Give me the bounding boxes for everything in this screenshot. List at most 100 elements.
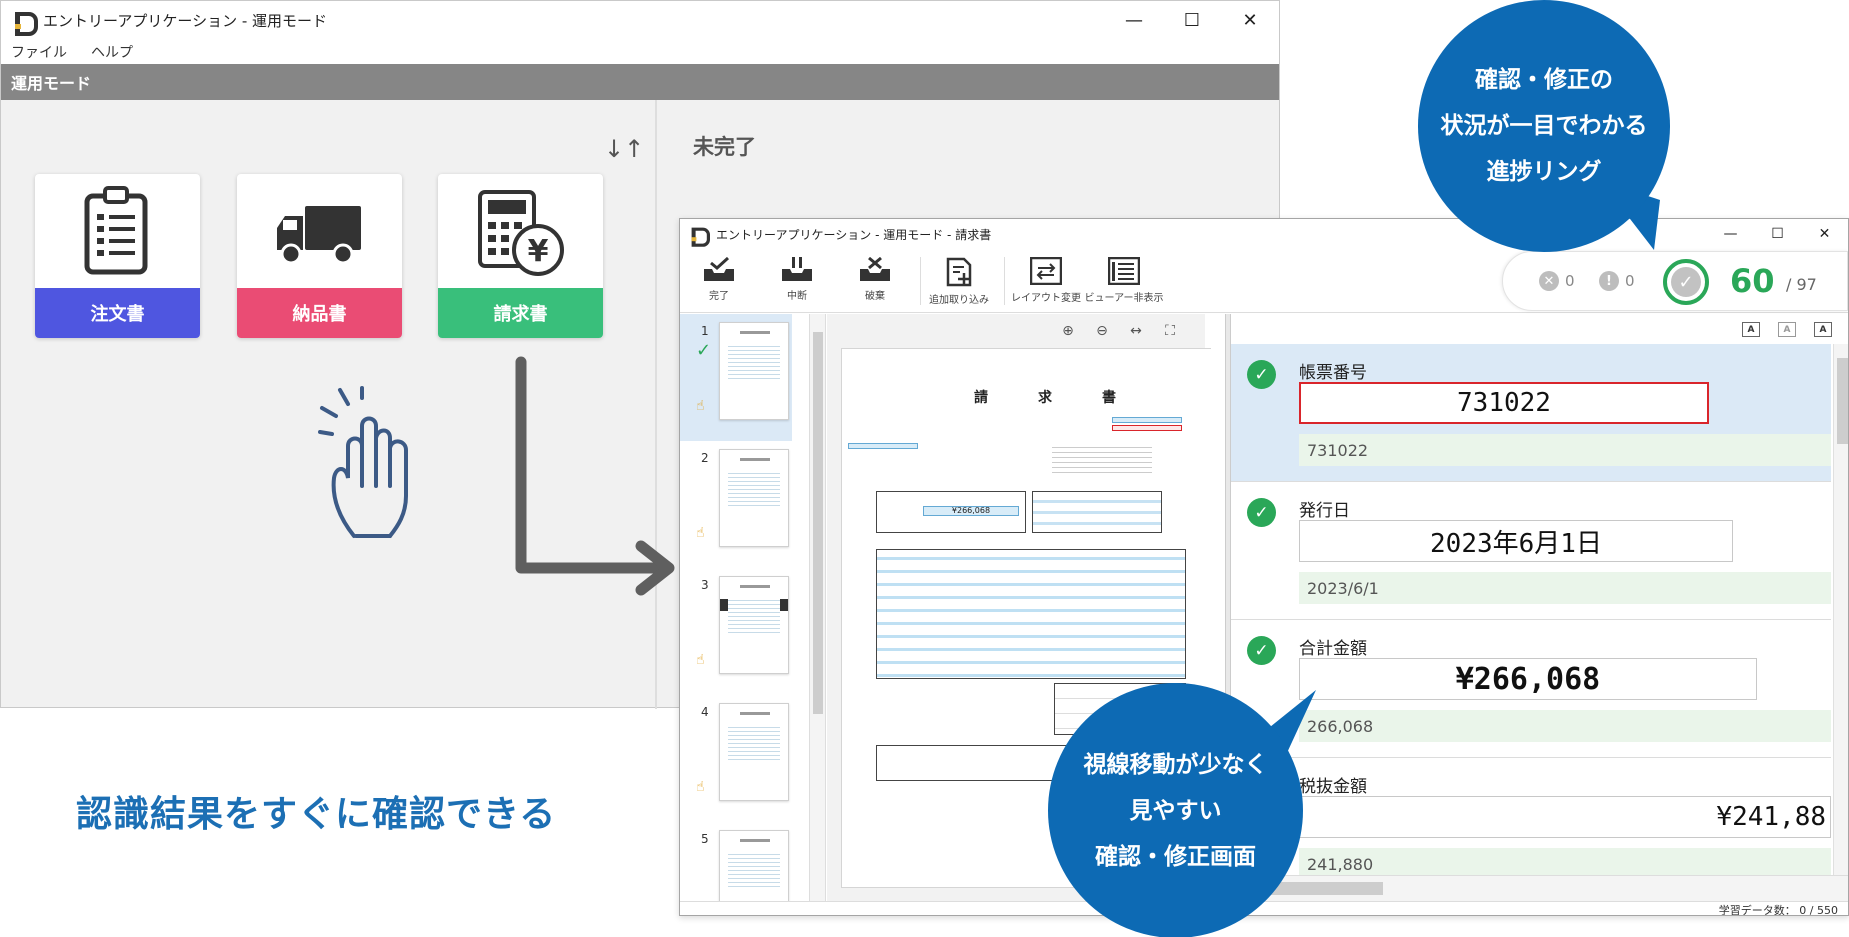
- error-icon: ✕: [1539, 271, 1559, 291]
- minimize-button[interactable]: —: [1707, 219, 1754, 249]
- callout-line: 進捗リング: [1486, 159, 1602, 185]
- checkmark-icon: ✓: [696, 340, 712, 361]
- field-name: 帳票番号: [1299, 363, 1367, 383]
- thumbnail-number: 3: [701, 578, 709, 592]
- page-thumbnail: [719, 830, 789, 901]
- thumbnail-item[interactable]: 2 ☝: [680, 441, 792, 568]
- training-data-count: 0 / 550: [1799, 904, 1838, 916]
- maximize-button[interactable]: ☐: [1754, 219, 1801, 249]
- progress-done: 60: [1730, 262, 1775, 300]
- close-button[interactable]: ✕: [1221, 1, 1279, 39]
- add-document-icon: [946, 257, 972, 287]
- complete-label: 完了: [709, 291, 729, 302]
- warning-count: 0: [1625, 272, 1635, 290]
- field-input[interactable]: ¥266,068: [1299, 658, 1757, 700]
- fit-width-icon[interactable]: ↔: [1125, 320, 1147, 342]
- field-input[interactable]: ¥241,88: [1299, 796, 1831, 838]
- minimize-button[interactable]: —: [1105, 1, 1163, 39]
- thumbnail-number: 2: [701, 451, 709, 465]
- truck-icon: [277, 206, 361, 265]
- close-button[interactable]: ✕: [1801, 219, 1848, 249]
- thumbnail-item[interactable]: 1 ✓ ☝: [680, 314, 792, 441]
- zoom-out-icon[interactable]: ⊖: [1091, 320, 1113, 342]
- page-thumbnail: [719, 703, 789, 801]
- thumbnail-scrollbar[interactable]: [810, 314, 826, 901]
- training-data-label: 学習データ数：: [1718, 904, 1796, 916]
- callout-line: 状況が一目でわかる: [1440, 113, 1648, 139]
- line-items-table: [876, 549, 1186, 679]
- card-invoice-label: 請求書: [438, 288, 603, 338]
- invoice-title: 請 求 書: [974, 390, 1134, 406]
- callout-review-screen: 視線移動が少なく 見やすい 確認・修正画面: [1048, 683, 1303, 937]
- field-name: 発行日: [1299, 501, 1350, 521]
- tray-pause-icon: [782, 257, 812, 281]
- pointer-hand-icon: ☝: [696, 398, 705, 414]
- tray-x-icon: [860, 257, 890, 281]
- complete-button[interactable]: 完了: [680, 253, 758, 309]
- card-invoice[interactable]: ¥ 請求書: [438, 174, 603, 338]
- thumbnail-number: 1: [701, 324, 709, 338]
- maximize-button[interactable]: ☐: [1163, 1, 1221, 39]
- text-medium-button[interactable]: A: [1778, 322, 1796, 337]
- tray-check-icon: [704, 257, 734, 281]
- field-input[interactable]: 731022: [1299, 382, 1709, 424]
- text-large-button[interactable]: A: [1814, 322, 1832, 337]
- card-order[interactable]: 注文書: [35, 174, 200, 338]
- add-import-label: 追加取り込み: [929, 295, 989, 306]
- fit-page-icon[interactable]: ⛶: [1159, 320, 1181, 342]
- ocr-result: 731022: [1299, 434, 1831, 466]
- pointer-hand-icon: ☝: [696, 652, 705, 668]
- hide-viewer-button[interactable]: ビューアー非表示: [1085, 253, 1164, 309]
- field-name: 税抜金額: [1299, 777, 1367, 797]
- progress-panel: ✕ 0 ! 0 ✓ 60 / 97: [1502, 251, 1848, 311]
- app-logo-icon: [690, 226, 710, 247]
- suspend-button[interactable]: 中断: [758, 253, 836, 309]
- thumbnail-item[interactable]: 5: [680, 822, 792, 901]
- add-import-button[interactable]: 追加取り込み: [920, 253, 998, 309]
- calculator-yen-icon: ¥: [478, 190, 564, 276]
- ocr-region: [848, 443, 918, 449]
- callout-line: 確認・修正画面: [1095, 843, 1256, 870]
- field-row[interactable]: ✓ 合計金額 ¥266,068 266,068: [1231, 620, 1831, 758]
- viewer-list-icon: [1108, 257, 1140, 285]
- total-amount-region: ¥266,068: [923, 506, 1019, 516]
- zoom-in-icon[interactable]: ⊕: [1057, 320, 1079, 342]
- text-small-button[interactable]: A: [1742, 322, 1760, 337]
- status-bar: 学習データ数： 0 / 550: [680, 901, 1848, 916]
- field-row[interactable]: ✓ 発行日 2023年6月1日 2023/6/1: [1231, 482, 1831, 620]
- page-thumbnail: [719, 322, 789, 420]
- page-thumbnail: [719, 576, 789, 674]
- mode-bar: 運用モード: [1, 64, 1279, 100]
- field-horizontal-scrollbar[interactable]: [1231, 875, 1848, 901]
- screen: エントリーアプリケーション - 運用モード — ☐ ✕ ファイル ヘルプ 運用モ…: [0, 0, 1849, 937]
- field-name: 合計金額: [1299, 639, 1367, 659]
- svg-text:¥: ¥: [528, 234, 549, 269]
- field-scrollbar[interactable]: [1833, 344, 1848, 901]
- layout-swap-icon: [1030, 257, 1062, 285]
- card-delivery[interactable]: 納品書: [237, 174, 402, 338]
- ocr-region: [1112, 417, 1182, 423]
- progress-total: / 97: [1786, 275, 1817, 294]
- ocr-result: 266,068: [1299, 710, 1831, 742]
- thumbnail-list: 1 ✓ ☝ 2 ☝ 3 ☝ 4 ☝ 5: [680, 314, 810, 901]
- field-input[interactable]: 2023年6月1日: [1299, 520, 1733, 562]
- flow-arrow-icon: [515, 356, 675, 596]
- error-count: 0: [1565, 272, 1575, 290]
- layout-change-label: レイアウト変更: [1011, 293, 1081, 304]
- sort-icon[interactable]: ↓↑: [604, 135, 644, 163]
- menu-help[interactable]: ヘルプ: [91, 42, 133, 62]
- field-panel: A A A ✓ 帳票番号 731022 731022 ✓ 発行日 2023年6月…: [1231, 314, 1848, 901]
- ocr-region-error: [1112, 425, 1182, 431]
- layout-change-button[interactable]: レイアウト変更: [1007, 253, 1085, 309]
- thumbnail-item[interactable]: 4 ☝: [680, 695, 792, 822]
- page-thumbnail: [719, 449, 789, 547]
- check-icon: ✓: [1247, 636, 1276, 665]
- thumbnail-item[interactable]: 3 ☝: [680, 568, 792, 695]
- progress-ring: ✓: [1663, 259, 1709, 305]
- menu-file[interactable]: ファイル: [11, 42, 67, 62]
- check-icon: ✓: [1671, 267, 1701, 297]
- discard-button[interactable]: 破棄: [836, 253, 914, 309]
- field-row[interactable]: ✓ 帳票番号 731022 731022: [1231, 344, 1831, 482]
- address-block: [1052, 443, 1152, 475]
- remarks-box: [876, 745, 1076, 781]
